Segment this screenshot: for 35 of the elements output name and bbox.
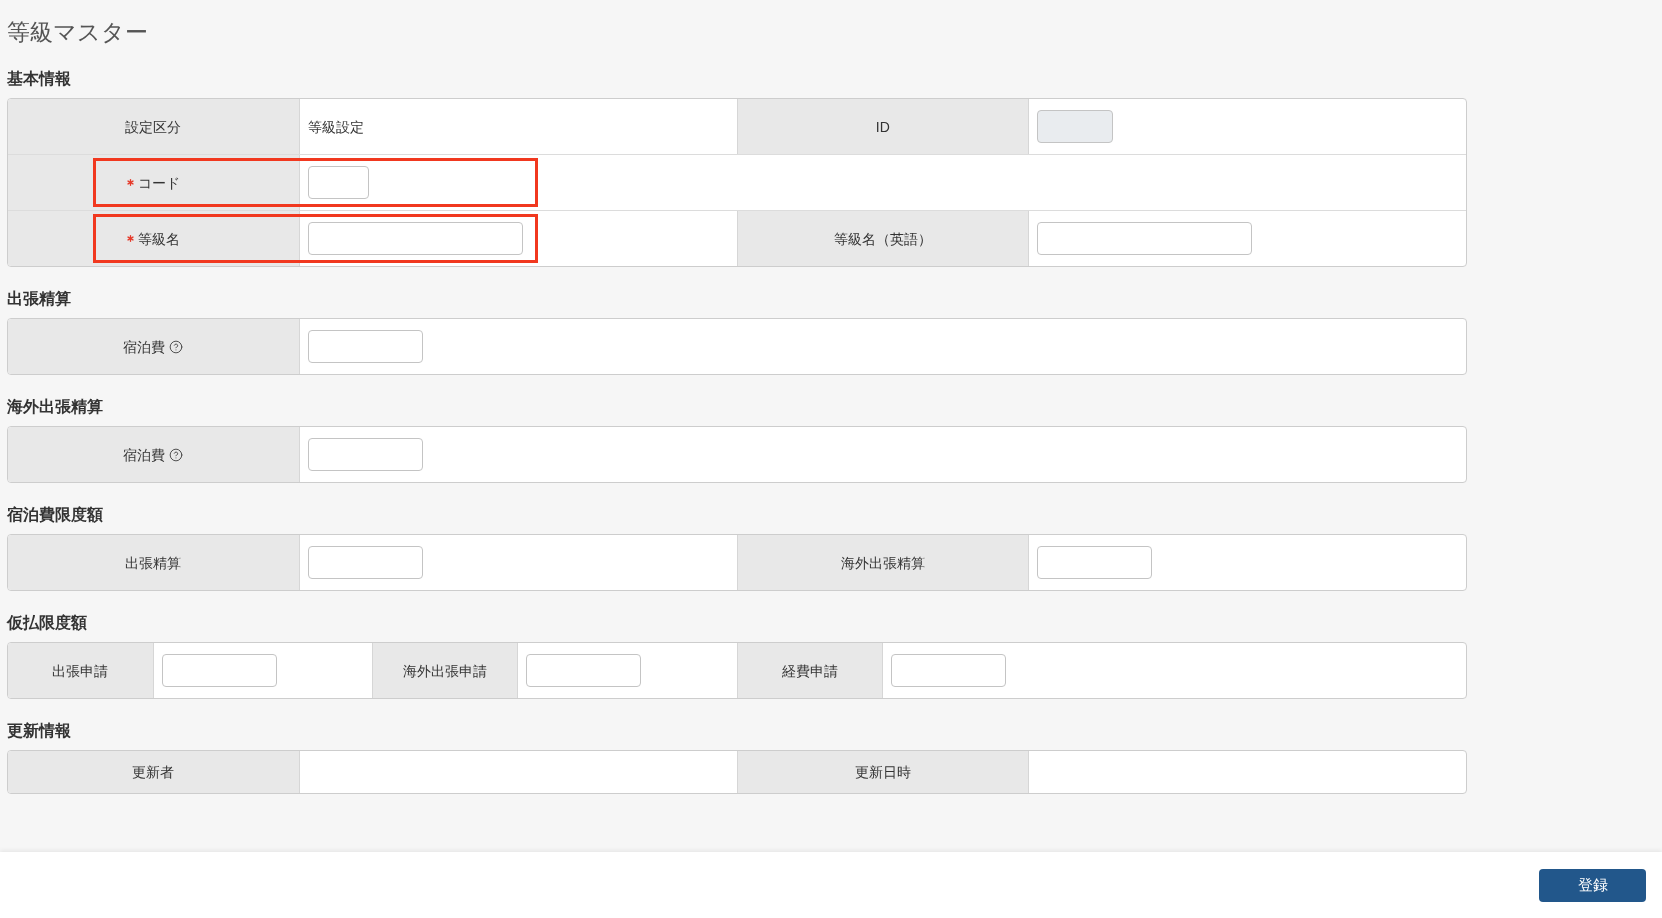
field-label: 海外出張精算 (840, 553, 925, 573)
field-label: 更新者 (132, 763, 175, 782)
input-field[interactable] (526, 654, 642, 687)
section-heading: 更新情報 (7, 721, 71, 741)
field-label: 更新日時 (854, 763, 911, 782)
field-label: 等級名（英語） (833, 229, 932, 249)
field-label: 出張精算 (125, 553, 182, 573)
input-field[interactable] (1036, 546, 1152, 579)
input-field[interactable] (307, 438, 423, 471)
field-label: ID (875, 117, 890, 137)
field-label: コード (137, 173, 180, 193)
field-label: 宿泊費 (123, 337, 166, 357)
field-label: 海外出張申請 (403, 661, 488, 681)
field-label: 経費申請 (781, 661, 838, 681)
field-label: 等級名 (137, 229, 180, 249)
input-field[interactable] (307, 222, 523, 255)
field-value: 等級設定 (307, 117, 364, 137)
input-field[interactable] (307, 546, 423, 579)
field-label: 宿泊費 (123, 445, 166, 465)
section-heading: 基本情報 (7, 69, 71, 89)
field-label: 設定区分 (125, 117, 182, 137)
section-heading: 宿泊費限度額 (7, 505, 103, 525)
section-heading: 海外出張精算 (7, 397, 103, 417)
section-heading: 出張精算 (7, 289, 71, 309)
help-icon[interactable] (169, 339, 184, 354)
page-title: 等級マスター (7, 18, 148, 47)
section-heading: 仮払限度額 (7, 613, 87, 633)
input-field[interactable] (1036, 222, 1252, 255)
input-field[interactable] (307, 330, 423, 363)
submit-button[interactable]: 登録 (1539, 869, 1646, 902)
input-field[interactable] (161, 654, 277, 687)
help-icon[interactable] (169, 447, 184, 462)
field-label: 出張申請 (52, 661, 109, 681)
input-field[interactable] (307, 166, 369, 199)
input-field[interactable] (890, 654, 1006, 687)
